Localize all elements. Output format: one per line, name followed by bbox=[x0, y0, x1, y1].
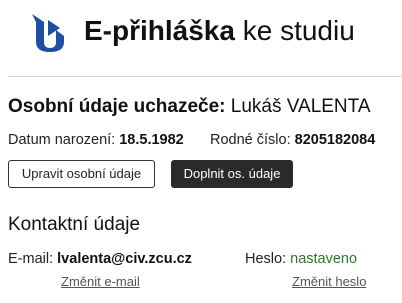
app-header: E-přihláška ke studiu bbox=[0, 0, 402, 76]
change-password-link[interactable]: Změnit heslo bbox=[292, 274, 366, 290]
email-row: E-mail: lvalenta@civ.zcu.cz bbox=[8, 251, 192, 267]
personal-section-title: Osobní údaje uchazeče: Lukáš VALENTA bbox=[8, 96, 371, 117]
personal-id-value: 8205182084 bbox=[294, 132, 376, 148]
birth-date-value: 18.5.1982 bbox=[119, 132, 184, 148]
password-row: Heslo: nastaveno bbox=[245, 251, 358, 267]
email-value: lvalenta@civ.zcu.cz bbox=[57, 251, 192, 267]
edit-personal-data-button[interactable]: Upravit osobní údaje bbox=[8, 160, 155, 188]
change-email-link[interactable]: Změnit e-mail bbox=[61, 274, 140, 290]
applicant-name: Lukáš VALENTA bbox=[225, 96, 371, 117]
password-status: nastaveno bbox=[290, 251, 358, 267]
header-divider bbox=[8, 76, 402, 77]
university-logo-icon bbox=[32, 14, 64, 52]
app-title: E-přihláška ke studiu bbox=[84, 15, 355, 46]
birth-date-row: Datum narození: 18.5.1982 bbox=[8, 132, 184, 148]
contact-section-title: Kontaktní údaje bbox=[8, 214, 141, 235]
personal-id-row: Rodné číslo: 8205182084 bbox=[210, 132, 376, 148]
complete-personal-data-button[interactable]: Doplnit os. údaje bbox=[171, 160, 293, 188]
